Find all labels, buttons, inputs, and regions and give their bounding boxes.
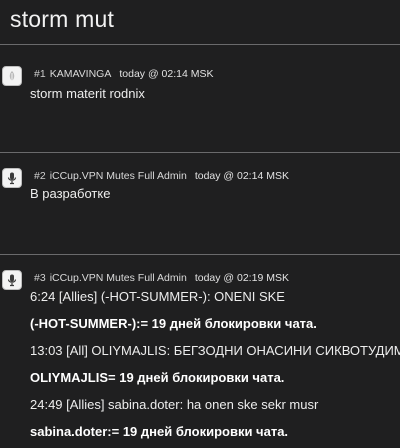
leaf-icon (9, 71, 15, 81)
post-line: В разработке (30, 186, 111, 201)
avatar[interactable] (2, 168, 22, 188)
post-number[interactable]: #3 (34, 272, 46, 284)
post-timestamp: today @ 02:19 MSK (194, 272, 289, 284)
post-line: 24:49 [Allies] sabina.doter: ha onen ske… (30, 397, 319, 412)
post-divider (0, 152, 400, 153)
post-divider (0, 254, 400, 255)
post-line: storm materit rodnix (30, 86, 145, 101)
post-author[interactable]: iCCup.VPN Mutes Full Admin (50, 170, 187, 182)
microphone-icon (7, 274, 17, 287)
microphone-icon (7, 172, 17, 185)
post-author[interactable]: iCCup.VPN Mutes Full Admin (50, 272, 187, 284)
post-line: 13:03 [All] OLIYMAJLIS: БЕГЗОДНИ ОНАСИНИ… (30, 343, 400, 358)
post-number[interactable]: #2 (34, 170, 46, 182)
page-title: storm mut (10, 6, 115, 32)
title-divider (0, 44, 400, 45)
post-line: sabina.doter:= 19 дней блокировки чата. (30, 424, 289, 439)
post-line: 6:24 [Allies] (-HOT-SUMMER-): ONENI SKE (30, 289, 285, 304)
post-timestamp: today @ 02:14 MSK (119, 68, 214, 80)
post-line: OLIYMAJLIS= 19 дней блокировки чата. (30, 370, 285, 385)
post-author[interactable]: KAMAVINGA (50, 68, 112, 80)
post-line: (-HOT-SUMMER-):= 19 дней блокировки чата… (30, 316, 317, 331)
post-number[interactable]: #1 (34, 68, 46, 80)
avatar[interactable] (2, 270, 22, 290)
avatar[interactable] (2, 66, 22, 86)
post-timestamp: today @ 02:14 MSK (194, 170, 289, 182)
